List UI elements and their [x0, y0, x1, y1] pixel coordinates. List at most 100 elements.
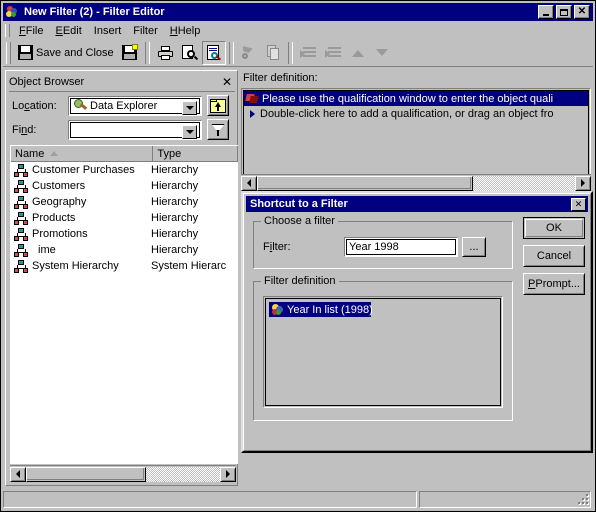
up-one-level-icon: [210, 98, 226, 113]
dialog-filter-definition-title: Filter definition: [261, 275, 339, 287]
print-button[interactable]: [153, 41, 178, 65]
find-filter-button[interactable]: [207, 119, 229, 140]
indent-button[interactable]: [321, 41, 346, 65]
location-combo[interactable]: Data Explorer: [68, 95, 202, 116]
hierarchy-icon: [14, 243, 28, 257]
window-titlebar[interactable]: New Filter (2) - Filter Editor ✕: [3, 3, 593, 21]
prompt-button[interactable]: PPrompt...: [523, 273, 585, 295]
menu-file[interactable]: FFile: [13, 23, 49, 39]
find-combo-arrow[interactable]: [182, 124, 197, 139]
funnel-icon: [211, 123, 225, 137]
toolbar-separator: [144, 41, 150, 64]
hscroll-thumb[interactable]: [257, 175, 474, 191]
scroll-left-button[interactable]: [10, 466, 26, 482]
row-name-label: Promotions: [32, 228, 88, 240]
column-header-type[interactable]: Type: [153, 146, 238, 162]
close-icon: ✕: [574, 198, 583, 209]
table-row[interactable]: Customers Hierarchy: [11, 178, 238, 194]
arrow-down-icon: [375, 46, 389, 60]
save-as-button[interactable]: [118, 41, 142, 65]
floppy-disk-icon: [18, 45, 33, 60]
row-name-cell: Products: [11, 211, 151, 225]
table-row[interactable]: Customer Purchases Hierarchy: [11, 162, 238, 178]
toolbar-separator-2: [228, 41, 234, 64]
filter-definition-row-hint[interactable]: Double-click here to add a qualification…: [244, 106, 588, 121]
cut-button[interactable]: [237, 41, 261, 65]
hscroll-track[interactable]: [26, 466, 220, 482]
table-row[interactable]: Promotions Hierarchy: [11, 226, 238, 242]
list-item[interactable]: Year In list (1998): [269, 302, 373, 317]
filter-definition-row-selected[interactable]: Please use the qualification window to e…: [244, 91, 588, 106]
location-value: Data Explorer: [90, 99, 158, 112]
menu-help[interactable]: HHelp: [164, 23, 207, 39]
resize-grip-icon[interactable]: [576, 492, 590, 506]
table-row[interactable]: System Hierarchy System Hierarc: [11, 258, 238, 274]
toolbar-grip[interactable]: [6, 41, 11, 64]
filter-definition-hscrollbar[interactable]: [241, 174, 591, 191]
find-combo[interactable]: [68, 119, 202, 140]
window-controls: ✕: [538, 5, 590, 19]
menu-edit[interactable]: EEdit: [49, 23, 87, 39]
object-browser-toggle-button[interactable]: [201, 40, 226, 65]
scroll-right-button[interactable]: [220, 466, 236, 482]
minimize-button[interactable]: [538, 5, 554, 19]
find-label: Find:: [12, 123, 37, 136]
close-button[interactable]: ✕: [574, 5, 590, 19]
location-combo-arrow[interactable]: [182, 100, 197, 115]
print-preview-icon: [182, 45, 199, 61]
hscroll-track[interactable]: [257, 175, 575, 191]
filter-input[interactable]: Year 1998: [344, 237, 458, 257]
copy-button[interactable]: [261, 41, 285, 65]
up-one-level-button[interactable]: [207, 95, 229, 116]
save-and-close-label: Save and Close: [36, 46, 114, 59]
object-list-hscrollbar[interactable]: [10, 465, 236, 482]
location-row: Location: Data Explorer: [12, 95, 236, 116]
column-header-name-label: Name: [15, 147, 45, 160]
filter-browse-button[interactable]: ...: [462, 237, 486, 257]
cut-icon: [241, 45, 257, 60]
table-row[interactable]: Geography Hierarchy: [11, 194, 238, 210]
object-browser-divider: [9, 91, 235, 92]
table-row[interactable]: Products Hierarchy: [11, 210, 238, 226]
outdent-button[interactable]: [296, 41, 321, 65]
minimize-icon: [543, 13, 549, 16]
floppy-disk-new-icon: [122, 44, 139, 60]
menubar-grip[interactable]: [5, 24, 10, 37]
object-list[interactable]: Customer Purchases Hierarchy Customers H…: [10, 162, 238, 464]
hierarchy-icon: [14, 195, 28, 209]
row-name-cell: ime: [11, 243, 151, 257]
cancel-button[interactable]: Cancel: [523, 245, 585, 267]
filter-definition-box[interactable]: Please use the qualification window to e…: [241, 88, 591, 182]
row-type-label: Hierarchy: [151, 196, 199, 208]
dialog-titlebar[interactable]: Shortcut to a Filter ✕: [246, 196, 588, 212]
filter-editor-window: New Filter (2) - Filter Editor ✕ FFile E…: [0, 0, 596, 512]
move-down-button[interactable]: [370, 41, 394, 65]
column-header-type-label: Type: [157, 147, 182, 160]
dialog-close-button[interactable]: ✕: [571, 197, 586, 211]
menu-insert[interactable]: Insert: [88, 23, 128, 39]
hscroll-thumb[interactable]: [26, 466, 147, 482]
location-combo-value-wrap: Data Explorer: [71, 99, 157, 112]
statusbar-left-pane: [3, 490, 417, 508]
menu-filter[interactable]: Filter: [127, 23, 163, 39]
column-header-name[interactable]: Name: [11, 146, 154, 162]
print-preview-button[interactable]: [178, 41, 202, 65]
ok-button[interactable]: OK: [523, 217, 585, 239]
table-row[interactable]: ime Hierarchy: [11, 242, 238, 258]
maximize-button[interactable]: [556, 5, 572, 19]
object-browser-close-icon[interactable]: ✕: [220, 76, 234, 88]
filter-definition-hscrollbar-wrap: [241, 174, 591, 191]
filter-editor-icon: [5, 5, 21, 19]
maximize-icon: [560, 8, 568, 16]
list-item-label: Year In list (1998): [287, 303, 373, 316]
filter-definition-hint-text: Double-click here to add a qualification…: [260, 107, 554, 120]
scroll-right-button[interactable]: [575, 175, 591, 191]
move-up-button[interactable]: [346, 41, 370, 65]
dialog-filter-definition-list[interactable]: Year In list (1998): [263, 296, 503, 408]
menubar: FFile EEdit Insert Filter HHelp: [3, 22, 593, 39]
scroll-left-button[interactable]: [241, 175, 257, 191]
save-and-close-button[interactable]: Save and Close: [14, 41, 118, 65]
hierarchy-icon: [14, 259, 28, 273]
bullet-arrow-icon: [250, 109, 255, 118]
row-type-label: Hierarchy: [151, 228, 199, 240]
